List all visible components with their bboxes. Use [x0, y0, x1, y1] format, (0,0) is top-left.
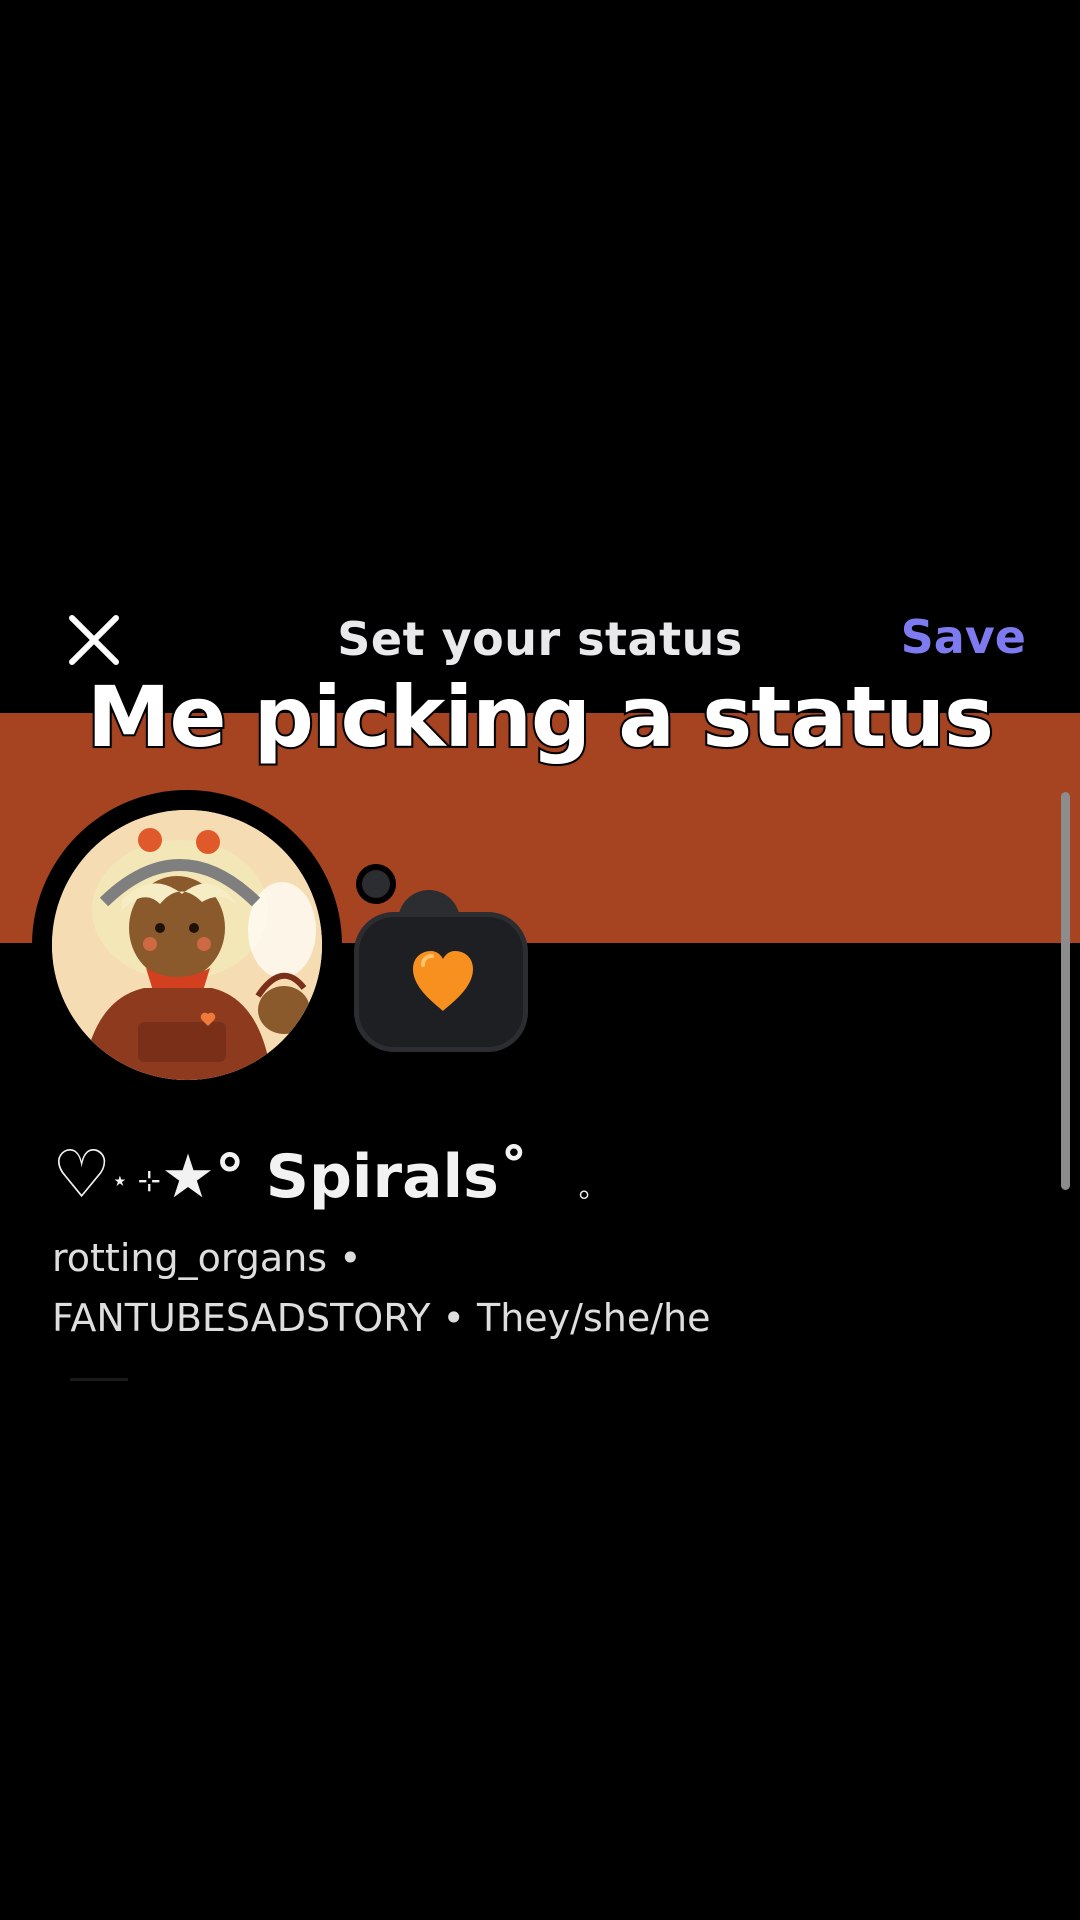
- scrollbar[interactable]: [1061, 792, 1070, 1190]
- avatar[interactable]: [52, 810, 322, 1080]
- name-suffix: ˚: [498, 1142, 529, 1212]
- thought-bubble-dot-small: [356, 864, 396, 904]
- tag-pronouns-line: FANTUBESADSTORY • They/she/he: [52, 1296, 711, 1340]
- orange-heart-icon: [407, 945, 479, 1017]
- divider: [70, 1378, 128, 1381]
- heart-symbol: ♡: [52, 1136, 112, 1213]
- video-caption: Me picking a status: [85, 666, 996, 768]
- name-star: ★°: [161, 1142, 245, 1212]
- display-name-text: Spirals: [265, 1142, 499, 1212]
- avatar-illustration: [52, 810, 322, 1080]
- name-decoration: ⋆ ⊹: [111, 1163, 162, 1197]
- save-button[interactable]: Save: [901, 610, 1026, 664]
- status-bubble[interactable]: [354, 912, 528, 1052]
- status-screen: Set your status Save Me picking a status: [0, 0, 1080, 1920]
- name-trail: ｡: [578, 1171, 593, 1204]
- display-name: ♡⋆ ⊹★° Spirals˚ ｡: [52, 1136, 593, 1213]
- username-line: rotting_organs •: [52, 1236, 362, 1280]
